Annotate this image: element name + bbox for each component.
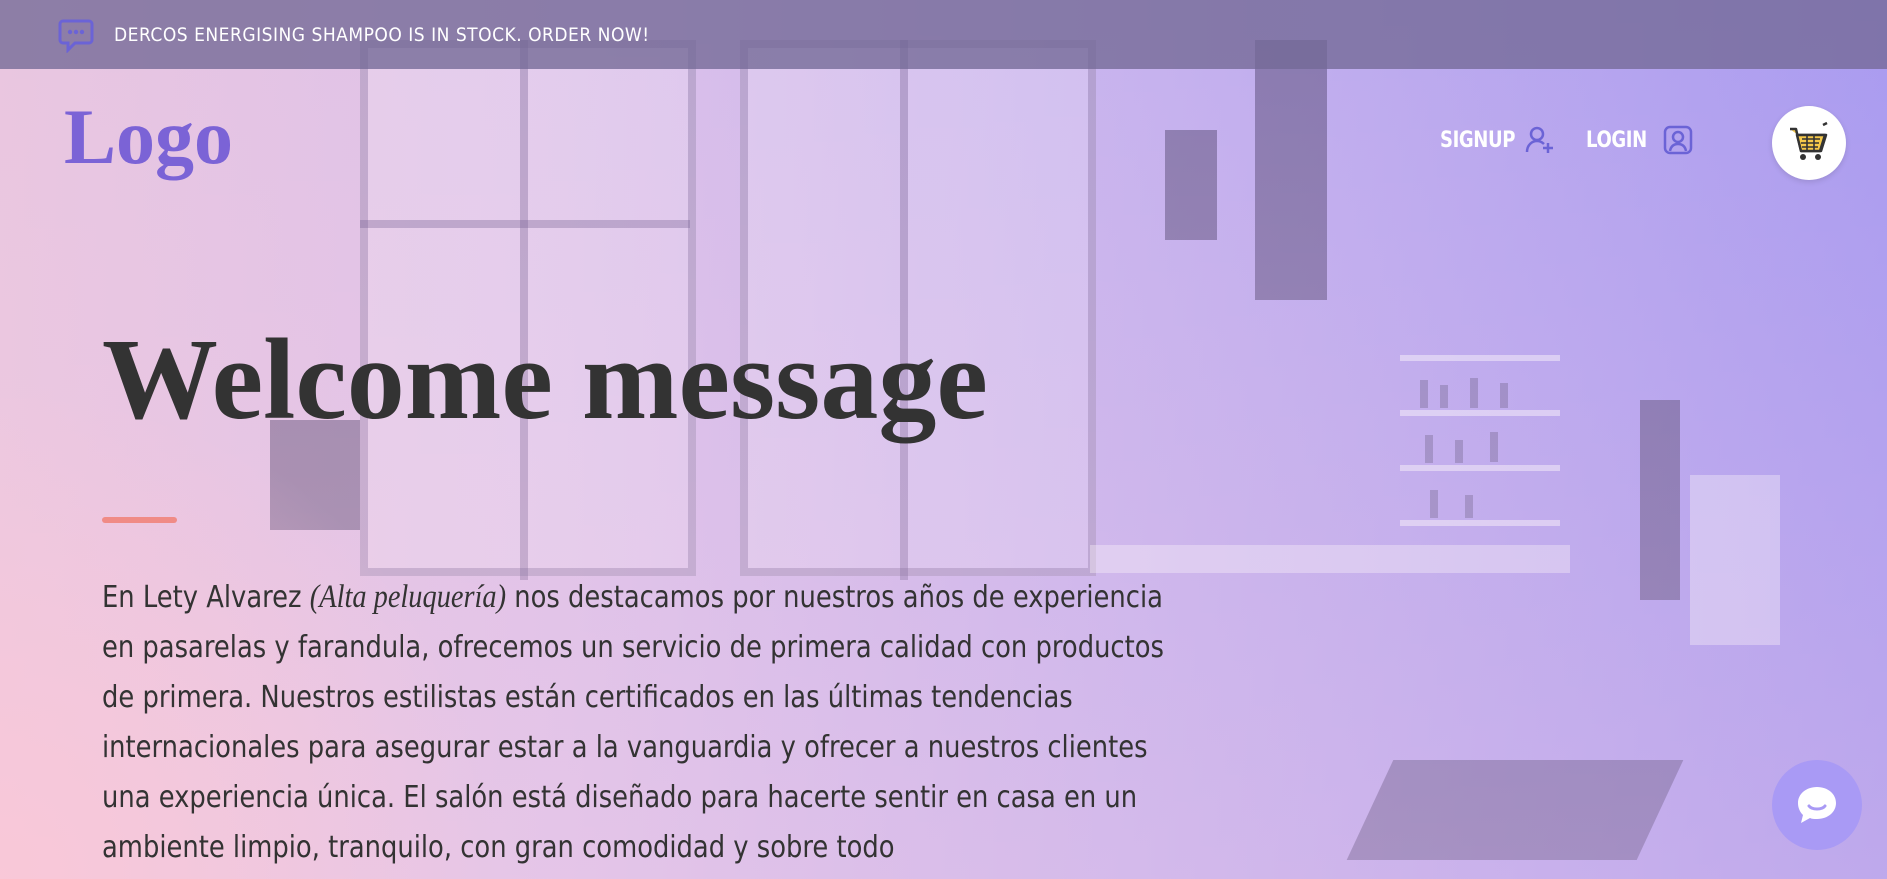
user-profile-icon — [1663, 125, 1693, 155]
login-button[interactable]: LOGIN — [1586, 124, 1694, 156]
hero-title: Welcome message — [102, 316, 988, 444]
announcement-bar: DERCOS ENERGISING SHAMPOO IS IN STOCK. O… — [0, 0, 1887, 69]
shopping-cart-icon — [1790, 121, 1828, 160]
chat-icon — [1798, 787, 1836, 823]
announcement-text[interactable]: DERCOS ENERGISING SHAMPOO IS IN STOCK. O… — [114, 24, 650, 46]
chat-bubble-icon — [58, 19, 94, 53]
intro-text-start: En Lety Alvarez — [102, 580, 310, 615]
cart-button[interactable] — [1772, 106, 1846, 180]
site-logo[interactable]: Logo — [64, 98, 233, 176]
signup-button[interactable]: SIGNUP — [1440, 124, 1556, 156]
hero-intro-text: En Lety Alvarez (Alta peluquería) nos de… — [102, 572, 1186, 873]
intro-emphasis: (Alta peluquería) — [309, 579, 507, 615]
intro-text-rest: nos destacamos por nuestros años de expe… — [102, 580, 1164, 865]
chat-widget-button[interactable] — [1772, 760, 1862, 850]
login-label: LOGIN — [1586, 127, 1647, 153]
title-divider — [102, 517, 177, 523]
signup-label: SIGNUP — [1440, 127, 1516, 153]
add-user-icon — [1525, 126, 1553, 153]
